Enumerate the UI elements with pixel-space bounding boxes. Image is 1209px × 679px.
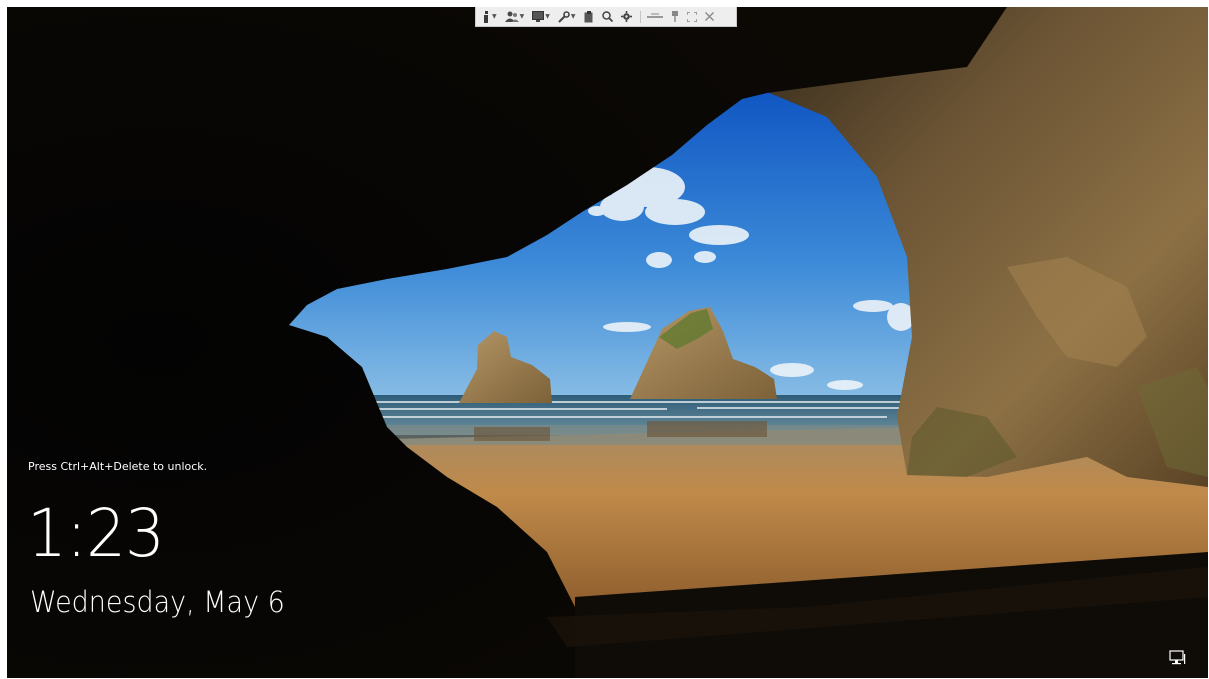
wrench-icon: [558, 10, 570, 23]
minimize-bar-icon: [646, 12, 663, 18]
lock-screen-time: 1:23: [27, 495, 165, 572]
magnifier-icon: [601, 11, 613, 22]
info-menu-button[interactable]: ▼: [482, 9, 497, 25]
chevron-down-icon: ▼: [492, 13, 497, 20]
pin-icon: [671, 11, 678, 22]
unlock-hint-text: Press Ctrl+Alt+Delete to unlock.: [28, 460, 208, 473]
users-menu-button[interactable]: ▼: [504, 9, 525, 25]
toolbar-divider: [639, 10, 641, 23]
tools-menu-button[interactable]: ▼: [558, 9, 576, 25]
lock-screen[interactable]: ▼ ▼ ▼ ▼ Press Ctrl+Alt+Delete to unlock.…: [7, 7, 1208, 678]
monitor-icon: [532, 11, 545, 22]
zoom-button[interactable]: [601, 9, 613, 25]
clipboard-icon: [584, 10, 592, 22]
chevron-down-icon: ▼: [519, 13, 525, 20]
pin-toolbar-button[interactable]: [671, 9, 679, 25]
chevron-down-icon: ▼: [570, 13, 576, 20]
clipboard-button[interactable]: [584, 9, 594, 25]
lock-screen-date: Wednesday, May 6: [30, 585, 285, 619]
minimize-toolbar-button[interactable]: [646, 9, 663, 25]
display-menu-button[interactable]: ▼: [532, 9, 550, 25]
gear-icon: [620, 11, 632, 22]
settings-button[interactable]: [620, 9, 632, 25]
remote-session-toolbar: ▼ ▼ ▼ ▼: [475, 7, 737, 27]
expand-icon: [686, 11, 697, 22]
lock-screen-background: [7, 7, 1208, 678]
close-session-button[interactable]: [704, 9, 714, 25]
network-monitor-icon[interactable]: [1169, 650, 1187, 666]
info-icon: [484, 10, 488, 23]
fullscreen-button[interactable]: [686, 9, 697, 25]
users-icon: [504, 11, 519, 22]
close-icon: [704, 12, 714, 21]
chevron-down-icon: ▼: [545, 13, 550, 20]
